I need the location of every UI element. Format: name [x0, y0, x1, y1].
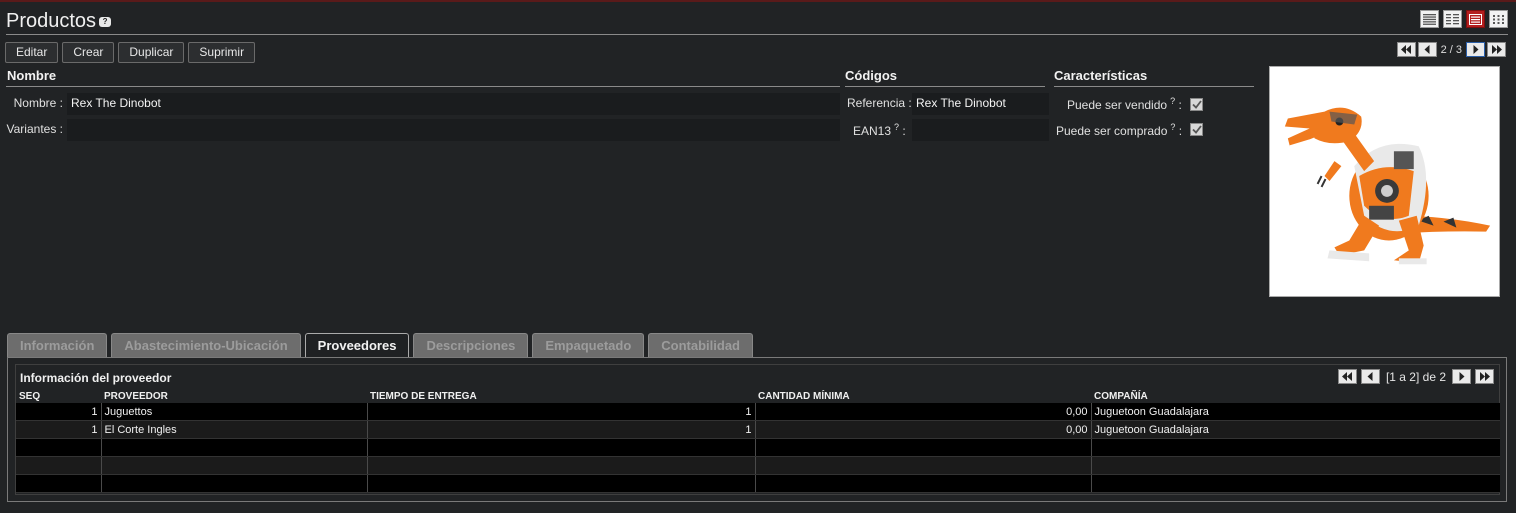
can-be-sold-help-mark[interactable]: ?: [1170, 96, 1175, 106]
seq-cell: 1: [16, 403, 101, 421]
seq-cell: 1: [16, 420, 101, 439]
supplier-cell: Juguettos: [100, 403, 367, 421]
ean13-help-mark[interactable]: ?: [894, 122, 899, 132]
column-header-seq[interactable]: SEQ: [16, 390, 101, 403]
product-image[interactable]: [1269, 66, 1500, 297]
section-title-name: Nombre: [7, 68, 57, 83]
name-label: Nombre :: [13, 96, 63, 110]
name-field[interactable]: Rex The Dinobot: [67, 93, 840, 115]
supplier-pager-text: [1 a 2] de 2: [1385, 369, 1446, 384]
table-row[interactable]: 1 El Corte Ingles 1 0,00 Juguetoon Guada…: [16, 420, 1500, 439]
page-title-text: Productos: [6, 10, 97, 32]
first-page-icon[interactable]: [1337, 369, 1357, 384]
can-be-sold-label-text: Puede ser vendido: [1067, 98, 1168, 112]
last-page-icon[interactable]: [1475, 369, 1494, 384]
section-divider-name: [6, 86, 840, 87]
tab-contabilidad[interactable]: Contabilidad: [648, 333, 753, 357]
min-qty-cell: 0,00: [754, 420, 1091, 439]
previous-page-icon[interactable]: [1360, 369, 1380, 384]
can-be-purchased-help-mark[interactable]: ?: [1170, 122, 1175, 132]
record-pager: 2 / 3: [1396, 42, 1506, 57]
section-divider-codes: [845, 86, 1045, 87]
table-header-row: SEQ PROVEEDOR TIEMPO DE ENTREGA CANTIDAD…: [16, 390, 1500, 403]
tab-panel-proveedores: Información del proveedor [1 a 2] de 2 S…: [7, 357, 1507, 502]
lead-time-cell: 1: [366, 420, 755, 439]
variants-field[interactable]: [67, 119, 840, 141]
form-view-icon[interactable]: [1466, 10, 1485, 28]
checkmark-icon: [1191, 125, 1202, 134]
section-title-features: Características: [1054, 68, 1148, 83]
section-divider-features: [1054, 86, 1254, 87]
view-switcher: [1420, 10, 1508, 28]
tab-descripciones[interactable]: Descripciones: [413, 333, 529, 357]
lead-time-cell: 1: [366, 403, 755, 421]
empty-row: [16, 474, 1500, 493]
next-record-icon[interactable]: [1466, 42, 1485, 57]
tab-abastecimiento-ubicacion[interactable]: Abastecimiento-Ubicación: [111, 333, 301, 357]
title-divider: [6, 34, 1508, 35]
ean13-label: EAN13? :: [853, 122, 906, 138]
supplier-table: SEQ PROVEEDOR TIEMPO DE ENTREGA CANTIDAD…: [16, 390, 1500, 493]
last-record-icon[interactable]: [1487, 42, 1506, 57]
create-button[interactable]: Crear: [62, 42, 115, 63]
variants-label: Variantes :: [6, 122, 63, 136]
duplicate-button[interactable]: Duplicar: [118, 42, 185, 63]
table-row[interactable]: 1 Juguettos 1 0,00 Juguetoon Guadalajara: [16, 403, 1500, 421]
checkmark-icon: [1191, 100, 1202, 109]
supplier-pager: [1 a 2] de 2: [1337, 369, 1494, 384]
column-header-company[interactable]: COMPAÑÍA: [1091, 390, 1500, 403]
tab-empaquetado[interactable]: Empaquetado: [532, 333, 645, 357]
action-toolbar: Editar Crear Duplicar Suprimir: [5, 42, 256, 63]
grid-view-icon[interactable]: [1489, 10, 1508, 28]
can-be-purchased-colon: :: [1178, 124, 1183, 138]
top-accent-line: [0, 0, 1516, 2]
empty-row: [16, 438, 1500, 457]
robot-dinosaur-image: [1284, 107, 1491, 265]
ean13-label-text: EAN13: [853, 124, 892, 138]
edit-button[interactable]: Editar: [5, 42, 59, 63]
min-qty-cell: 0,00: [754, 403, 1091, 421]
supplier-list-title: Información del proveedor: [20, 371, 172, 385]
first-record-icon[interactable]: [1396, 42, 1416, 57]
can-be-purchased-checkbox[interactable]: [1190, 123, 1203, 136]
empty-row: [16, 456, 1500, 475]
company-cell: Juguetoon Guadalajara: [1090, 403, 1500, 421]
previous-record-icon[interactable]: [1417, 42, 1437, 57]
column-header-min-qty[interactable]: CANTIDAD MÍNIMA: [755, 390, 1091, 403]
next-page-icon[interactable]: [1452, 369, 1471, 384]
reference-field[interactable]: Rex The Dinobot: [912, 93, 1049, 115]
supplier-list: Información del proveedor [1 a 2] de 2 S…: [15, 364, 1500, 495]
delete-button[interactable]: Suprimir: [188, 42, 256, 63]
can-be-sold-checkbox[interactable]: [1190, 98, 1203, 111]
can-be-purchased-label-text: Puede ser comprado: [1056, 124, 1168, 138]
section-title-codes: Códigos: [845, 68, 897, 83]
can-be-sold-colon: :: [1178, 98, 1182, 112]
tab-proveedores[interactable]: Proveedores: [304, 333, 410, 358]
record-counter: 2 / 3: [1440, 43, 1462, 56]
column-header-lead-time[interactable]: TIEMPO DE ENTREGA: [367, 390, 755, 403]
tab-bar: Información Abastecimiento-Ubicación Pro…: [7, 333, 753, 358]
page-title: Productos?: [6, 10, 112, 33]
can-be-purchased-label: Puede ser comprado? :: [1056, 122, 1182, 138]
help-badge[interactable]: ?: [99, 16, 112, 27]
reference-label: Referencia :: [847, 96, 912, 110]
tab-informacion[interactable]: Información: [7, 333, 108, 357]
compact-list-view-icon[interactable]: [1443, 10, 1462, 28]
ean13-field[interactable]: [912, 119, 1049, 141]
company-cell: Juguetoon Guadalajara: [1090, 420, 1500, 439]
supplier-cell: El Corte Ingles: [100, 420, 367, 439]
column-header-supplier[interactable]: PROVEEDOR: [101, 390, 367, 403]
list-view-icon[interactable]: [1420, 10, 1439, 28]
can-be-sold-label: Puede ser vendido? :: [1067, 96, 1182, 112]
ean13-colon: :: [902, 124, 906, 138]
